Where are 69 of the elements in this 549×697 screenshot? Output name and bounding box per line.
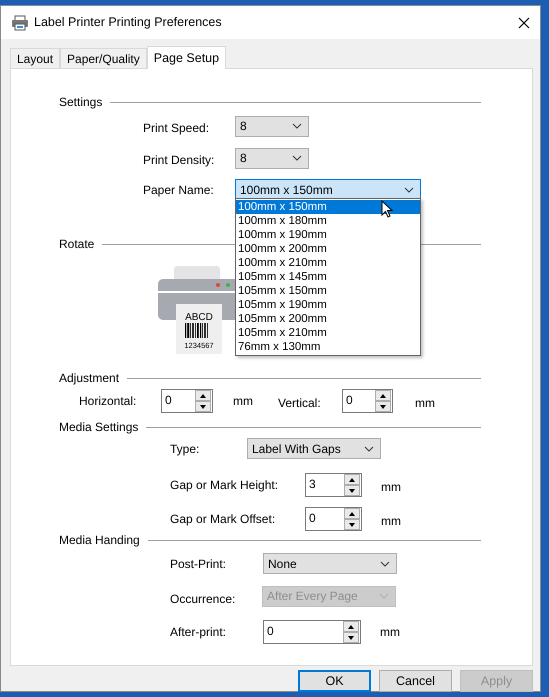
up-arrow-icon — [349, 512, 355, 516]
spin-up-button[interactable] — [195, 390, 211, 401]
field-label: Type: — [170, 440, 200, 458]
down-arrow-icon — [200, 404, 206, 408]
field-label: Gap or Mark Height: — [170, 477, 280, 494]
tab[interactable]: Layout — [10, 48, 60, 68]
unit-label: mm — [381, 479, 401, 496]
dialog-button[interactable]: Cancel — [379, 670, 452, 692]
dropdown[interactable]: 8 — [235, 148, 309, 168]
up-arrow-icon — [348, 624, 354, 628]
up-arrow-icon — [349, 478, 355, 482]
dropdown-option[interactable]: 100mm x 190mm — [236, 228, 420, 242]
unit-label: mm — [233, 393, 254, 410]
unit-label: mm — [381, 513, 401, 530]
dropdown-option[interactable]: 100mm x 200mm — [236, 242, 420, 256]
chevron-down-icon — [292, 155, 302, 161]
dropdown-option[interactable]: 100mm x 150mm — [236, 200, 420, 214]
dropdown-option[interactable]: 100mm x 180mm — [236, 214, 420, 228]
section-heading: Media Handing — [59, 533, 140, 547]
tab[interactable]: Page Setup — [146, 46, 226, 69]
chevron-down-icon — [380, 560, 390, 566]
dropdown[interactable]: Label With Gaps — [247, 438, 381, 459]
spin-down-button[interactable] — [344, 485, 360, 496]
field-label: Occurrence: — [170, 591, 236, 608]
spin-up-button[interactable] — [344, 474, 360, 485]
chevron-down-icon — [379, 593, 389, 599]
spin-down-button[interactable] — [375, 401, 391, 412]
section-heading: Media Settings — [59, 420, 138, 434]
field-label: Gap or Mark Offset: — [170, 511, 276, 528]
field-label: Post-Print: — [170, 556, 228, 572]
unit-label: mm — [415, 395, 435, 412]
dialog-button[interactable]: OK — [298, 670, 371, 692]
field-label: Print Density: — [143, 152, 216, 169]
field-label: Print Speed: — [143, 120, 210, 137]
up-arrow-icon — [380, 394, 386, 398]
window-title: Label Printer Printing Preferences — [34, 14, 222, 32]
number-field[interactable]: 0 — [263, 620, 361, 644]
spin-down-button[interactable] — [344, 519, 360, 530]
field-label: Horizontal: — [79, 393, 138, 410]
close-icon[interactable] — [518, 16, 530, 28]
chevron-down-icon — [292, 123, 302, 129]
field-label: Paper Name: — [143, 182, 215, 198]
section-heading: Settings — [59, 95, 102, 109]
spin-up-button[interactable] — [375, 390, 391, 401]
number-field[interactable]: 0 — [305, 507, 362, 531]
spin-up-button[interactable] — [343, 621, 359, 632]
field-label: Vertical: — [278, 395, 322, 412]
number-field[interactable]: 0 — [342, 389, 393, 413]
number-field[interactable]: 0 — [161, 389, 213, 413]
section-heading: Adjustment — [59, 371, 120, 385]
up-arrow-icon — [200, 394, 206, 398]
down-arrow-icon — [349, 522, 355, 526]
chevron-down-icon — [364, 446, 374, 452]
down-arrow-icon — [348, 636, 354, 640]
unit-label: mm — [380, 624, 400, 641]
spin-down-button[interactable] — [343, 632, 359, 643]
number-field[interactable]: 3 — [305, 473, 362, 497]
down-arrow-icon — [380, 404, 386, 408]
dropdown[interactable]: 100mm x 150mm — [235, 179, 421, 200]
down-arrow-icon — [349, 488, 355, 492]
dropdown[interactable]: None — [263, 553, 397, 574]
section-heading: Rotate — [59, 237, 94, 251]
spin-up-button[interactable] — [344, 508, 360, 519]
dropdown[interactable]: 8 — [235, 116, 309, 136]
printer-icon — [11, 14, 29, 30]
tab[interactable]: Paper/Quality — [60, 48, 147, 68]
spin-down-button[interactable] — [195, 401, 211, 412]
field-label: After-print: — [170, 624, 228, 641]
chevron-down-icon — [404, 186, 414, 192]
